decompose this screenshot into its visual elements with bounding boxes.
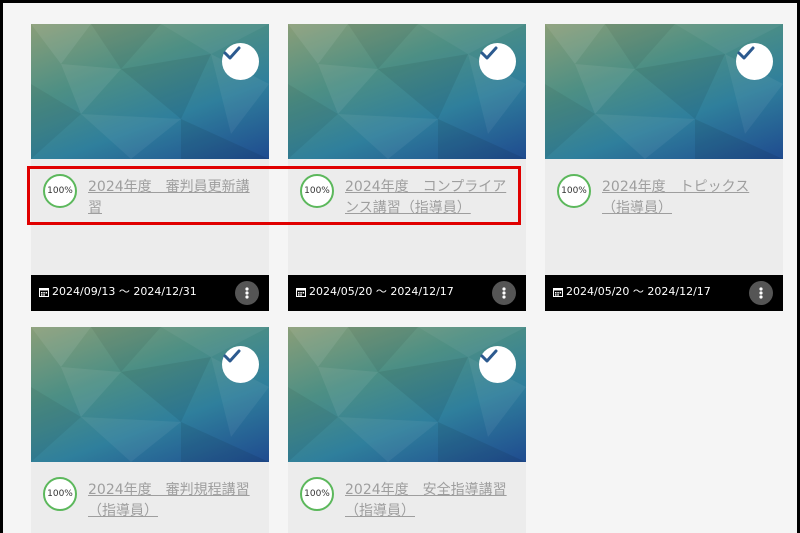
course-title-link[interactable]: 2024年度 審判員更新講習 xyxy=(88,177,258,219)
calendar-icon xyxy=(296,288,306,297)
progress-ring: 100% xyxy=(43,174,77,208)
course-title-link[interactable]: 2024年度 コンプライアンス講習（指導員） xyxy=(345,177,515,219)
calendar-icon xyxy=(39,288,49,297)
course-card[interactable]: 100% 2024年度 審判員更新講習 2024/09/13 ～ 2024/12… xyxy=(31,24,269,311)
course-grid: 100% 2024年度 審判員更新講習 2024/09/13 ～ 2024/12… xyxy=(0,0,800,533)
course-title-link[interactable]: 2024年度 安全指導講習（指導員） xyxy=(345,480,515,522)
course-card[interactable]: 100% 2024年度 コンプライアンス講習（指導員） 2024/05/20 ～… xyxy=(288,24,526,311)
date-range: 2024/05/20 ～ 2024/12/17 xyxy=(566,285,711,298)
course-thumbnail[interactable] xyxy=(288,24,526,159)
vertical-ellipsis-icon xyxy=(245,287,249,299)
completed-check-icon xyxy=(479,346,516,383)
course-thumbnail[interactable] xyxy=(545,24,783,159)
more-menu-button[interactable] xyxy=(492,281,516,305)
course-thumbnail[interactable] xyxy=(31,24,269,159)
card-footer: 2024/05/20 ～ 2024/12/17 xyxy=(288,275,526,311)
progress-ring: 100% xyxy=(557,174,591,208)
completed-check-icon xyxy=(479,43,516,80)
calendar-icon xyxy=(553,288,563,297)
course-title-link[interactable]: 2024年度 審判規程講習（指導員） xyxy=(88,480,258,522)
progress-ring: 100% xyxy=(300,174,334,208)
course-thumbnail[interactable] xyxy=(31,327,269,462)
completed-check-icon xyxy=(222,43,259,80)
course-card[interactable]: 100% 2024年度 審判規程講習（指導員） xyxy=(31,327,269,533)
more-menu-button[interactable] xyxy=(749,281,773,305)
more-menu-button[interactable] xyxy=(235,281,259,305)
completed-check-icon xyxy=(736,43,773,80)
course-card[interactable]: 100% 2024年度 安全指導講習（指導員） xyxy=(288,327,526,533)
card-footer: 2024/05/20 ～ 2024/12/17 xyxy=(545,275,783,311)
date-range: 2024/09/13 ～ 2024/12/31 xyxy=(52,285,197,298)
progress-ring: 100% xyxy=(300,477,334,511)
course-thumbnail[interactable] xyxy=(288,327,526,462)
progress-ring: 100% xyxy=(43,477,77,511)
date-range: 2024/05/20 ～ 2024/12/17 xyxy=(309,285,454,298)
card-footer: 2024/09/13 ～ 2024/12/31 xyxy=(31,275,269,311)
course-title-link[interactable]: 2024年度 トピックス（指導員） xyxy=(602,177,772,219)
completed-check-icon xyxy=(222,346,259,383)
vertical-ellipsis-icon xyxy=(759,287,763,299)
vertical-ellipsis-icon xyxy=(502,287,506,299)
course-card[interactable]: 100% 2024年度 トピックス（指導員） 2024/05/20 ～ 2024… xyxy=(545,24,783,311)
